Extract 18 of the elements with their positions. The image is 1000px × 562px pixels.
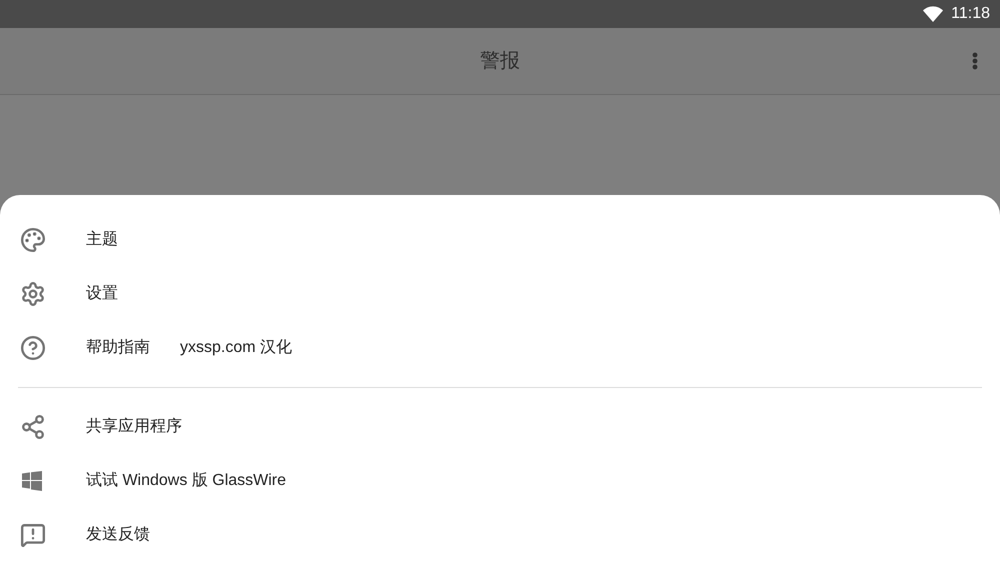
feedback-icon	[20, 522, 46, 548]
help-icon	[20, 335, 46, 361]
menu-item[interactable]: 帮助指南 yxssp.com 汉化	[0, 321, 1000, 375]
app-title: 警报	[480, 49, 520, 74]
more-vertical-icon	[972, 52, 978, 70]
menu-item[interactable]: 发送反馈	[0, 508, 1000, 562]
menu-item[interactable]: 主题	[0, 213, 1000, 267]
windows-logo-icon	[20, 469, 44, 493]
clock: 11:18	[951, 4, 990, 24]
more-options-button[interactable]	[972, 52, 978, 70]
translation-credit: yxssp.com 汉化	[180, 338, 292, 358]
menu-item[interactable]: 设置	[0, 267, 1000, 321]
wifi-icon	[923, 6, 944, 22]
menu-item[interactable]: 共享应用程序	[0, 400, 1000, 454]
settings-icon	[20, 281, 46, 307]
share-icon	[20, 414, 46, 440]
palette-icon	[20, 227, 46, 253]
menu-item[interactable]: 试试 Windows 版 GlassWire	[0, 454, 1000, 508]
